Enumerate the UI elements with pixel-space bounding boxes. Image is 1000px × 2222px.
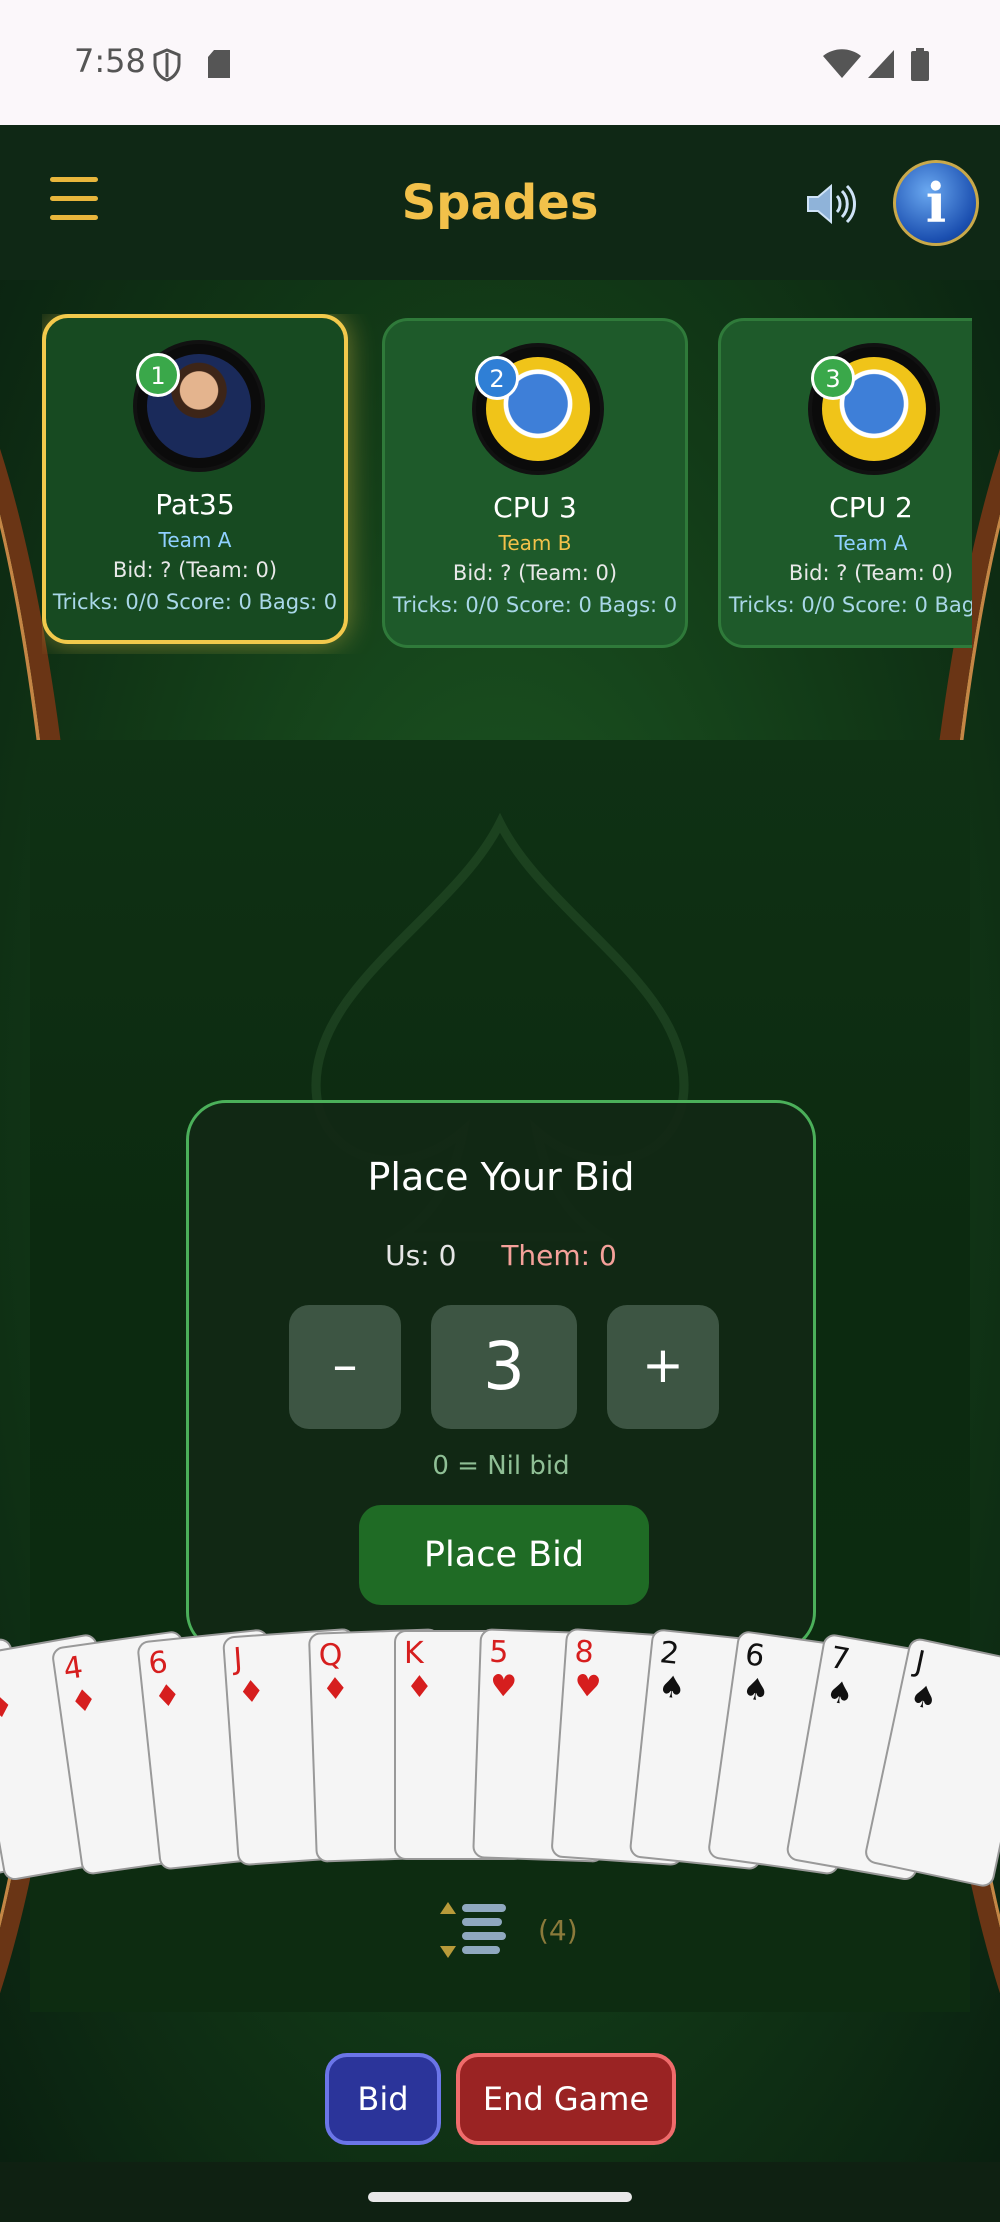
card-rank: J: [232, 1641, 244, 1678]
player-number-badge: 3: [811, 356, 855, 400]
bid-dialog: Place Your Bid Us: 0 Them: 0 – 3 + 0 = N…: [186, 1100, 816, 1652]
player-stats: Tricks: 0/0 Score: 0 Bags: 0: [52, 590, 338, 614]
card-rank: 7: [827, 1640, 853, 1678]
speaker-icon[interactable]: [804, 180, 856, 228]
them-score: Them: 0: [501, 1239, 617, 1272]
hearts-suit-icon: ♥: [489, 1668, 518, 1705]
card-rank: 4: [61, 1650, 86, 1688]
player-hand: 2♣2♦4♦6♦J♦Q♦K♦5♥8♥2♠6♠7♠J♠: [0, 1620, 1000, 1900]
card-rank: 2: [0, 1656, 1, 1694]
signal-icon: [868, 50, 894, 78]
diamonds-suit-icon: ♦: [68, 1682, 100, 1721]
players-strip[interactable]: 1 Pat35 Team A Bid: ? (Team: 0) Tricks: …: [42, 314, 972, 654]
hearts-suit-icon: ♥: [573, 1668, 603, 1706]
card-rank: 6: [146, 1644, 170, 1682]
card-rank: 8: [573, 1634, 595, 1671]
bid-value: 3: [431, 1305, 577, 1429]
navigation-bar: [0, 2162, 1000, 2222]
spades-suit-icon: ♠: [823, 1673, 857, 1714]
player-bid: Bid: ? (Team: 0): [112, 558, 278, 582]
decrement-bid-button[interactable]: –: [289, 1305, 401, 1429]
player-team: Team A: [834, 531, 908, 555]
place-bid-button[interactable]: Place Bid: [359, 1505, 649, 1605]
player-name: Pat35: [155, 488, 235, 521]
us-score: Us: 0: [385, 1239, 457, 1272]
player-stats: Tricks: 0/0 Score: 0 Bags: 0: [392, 593, 678, 617]
end-game-button[interactable]: End Game: [456, 2053, 676, 2145]
increment-bid-button[interactable]: +: [607, 1305, 719, 1429]
status-bar: 7:58: [0, 0, 1000, 125]
team-scores: Us: 0 Them: 0: [189, 1239, 813, 1272]
player-name: CPU 3: [493, 491, 577, 524]
battery-icon: [911, 48, 929, 81]
sort-count: (4): [538, 1914, 578, 1947]
player-stats: Tricks: 0/0 Score: 0 Bags: 0: [728, 593, 972, 617]
player-number-badge: 2: [475, 356, 519, 400]
player-number-badge: 1: [136, 353, 180, 397]
card-rank: Q: [318, 1637, 343, 1674]
player-card-3[interactable]: 3 CPU 2 Team A Bid: ? (Team: 0) Tricks: …: [718, 318, 972, 648]
player-name: CPU 2: [829, 491, 913, 524]
sort-icon[interactable]: [440, 1898, 510, 1962]
status-time: 7:58: [74, 42, 146, 80]
diamonds-suit-icon: ♦: [406, 1670, 433, 1705]
wifi-icon: [823, 49, 861, 78]
player-card-1[interactable]: 1 Pat35 Team A Bid: ? (Team: 0) Tricks: …: [42, 314, 348, 644]
player-bid: Bid: ? (Team: 0): [788, 561, 954, 585]
player-card-2[interactable]: 2 CPU 3 Team B Bid: ? (Team: 0) Tricks: …: [382, 318, 688, 648]
card-rank: 2: [658, 1635, 681, 1672]
home-gesture-handle[interactable]: [368, 2192, 632, 2202]
bid-dialog-title: Place Your Bid: [367, 1155, 635, 1199]
shield-icon: [153, 48, 181, 82]
info-icon[interactable]: i: [893, 160, 979, 246]
sort-control[interactable]: (4): [440, 1898, 600, 1968]
player-bid: Bid: ? (Team: 0): [452, 561, 618, 585]
game-table: 1 Pat35 Team A Bid: ? (Team: 0) Tricks: …: [0, 280, 1000, 2162]
diamonds-suit-icon: ♦: [152, 1677, 183, 1716]
diamonds-suit-icon: ♦: [321, 1671, 350, 1708]
player-team: Team A: [158, 528, 232, 552]
card-rank: J: [911, 1644, 928, 1681]
spades-suit-icon: ♠: [740, 1671, 772, 1710]
diamonds-suit-icon: ♦: [236, 1674, 267, 1711]
card-rank: K: [404, 1636, 424, 1671]
card-rank: 6: [742, 1637, 767, 1675]
diamonds-suit-icon: ♦: [0, 1688, 17, 1728]
spades-suit-icon: ♠: [656, 1669, 688, 1707]
player-team: Team B: [498, 531, 572, 555]
spades-suit-icon: ♠: [906, 1678, 941, 1718]
nil-bid-hint: 0 = Nil bid: [432, 1451, 570, 1481]
sd-card-icon: [208, 50, 230, 78]
bid-button[interactable]: Bid: [325, 2053, 441, 2145]
app-bar: Spades i: [0, 125, 1000, 280]
card-rank: 5: [488, 1634, 510, 1671]
